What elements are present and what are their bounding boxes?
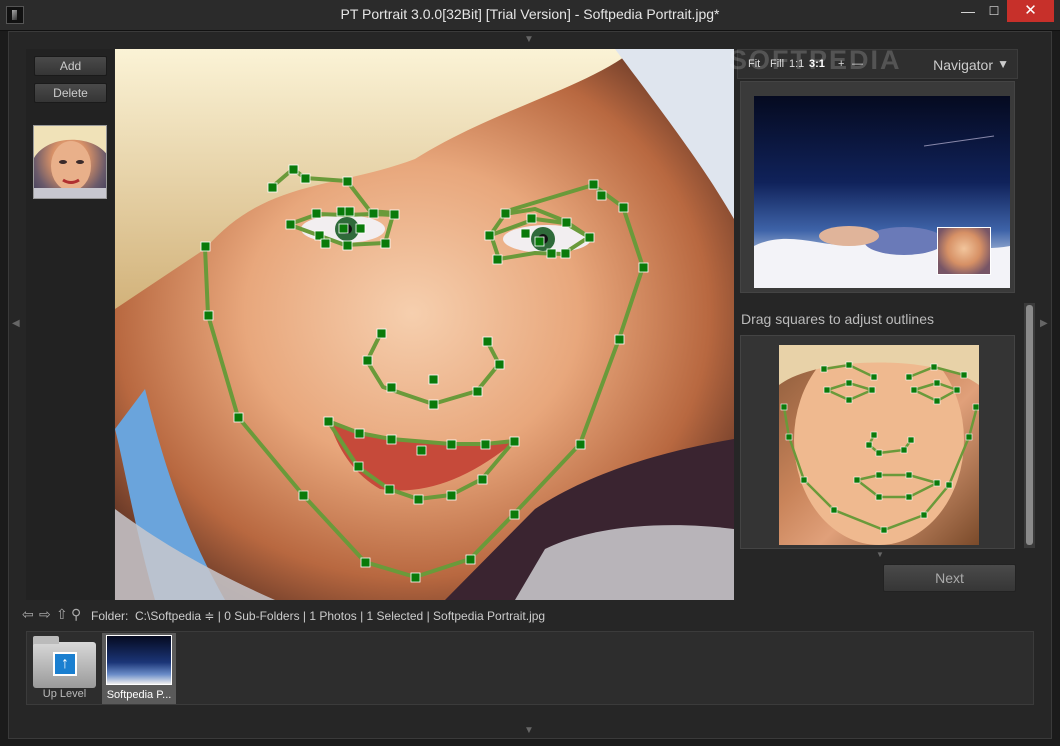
folder-path-info[interactable]: C:\Softpedia ≑ | 0 Sub-Folders | 1 Photo… bbox=[135, 609, 545, 623]
collapse-top-arrow-icon[interactable]: ▼ bbox=[524, 34, 534, 45]
outline-hint-text: Drag squares to adjust outlines bbox=[741, 311, 934, 327]
add-button[interactable]: Add bbox=[34, 56, 107, 76]
outline-panel-arrow-icon[interactable]: ▼ bbox=[876, 550, 884, 559]
filmstrip: ↑ Up Level Softpedia P... bbox=[26, 631, 1034, 705]
window-title: PT Portrait 3.0.0[32Bit] [Trial Version]… bbox=[340, 6, 720, 22]
collapse-left-arrow-icon[interactable]: ◀ bbox=[12, 318, 20, 329]
collapse-bottom-arrow-icon[interactable]: ▼ bbox=[524, 725, 534, 736]
maximize-button[interactable]: ☐ bbox=[981, 0, 1007, 22]
navigator-panel bbox=[740, 81, 1015, 293]
filmstrip-thumbnail bbox=[106, 635, 172, 685]
title-bar: PT Portrait 3.0.0[32Bit] [Trial Version]… bbox=[0, 0, 1060, 31]
right-panel-scrollbar[interactable] bbox=[1024, 303, 1035, 548]
face-thumbnail-art bbox=[34, 126, 106, 198]
up-level-folder[interactable]: ↑ bbox=[33, 636, 96, 688]
outline-preview-image[interactable] bbox=[779, 345, 979, 545]
close-button[interactable]: ✕ bbox=[1007, 0, 1054, 22]
navigator-viewport[interactable] bbox=[937, 227, 991, 275]
right-panel: Fit Fill 1:1 3:1 + — Navigator ▼ Drag sq… bbox=[737, 49, 1018, 600]
navigator-title: Navigator bbox=[933, 57, 993, 73]
face-outline-editor[interactable] bbox=[115, 49, 734, 600]
outline-preview-panel bbox=[740, 335, 1015, 549]
outline-preview-art bbox=[779, 345, 979, 545]
photo-canvas[interactable] bbox=[115, 49, 734, 600]
navigator-preview[interactable] bbox=[754, 96, 1010, 288]
next-button[interactable]: Next bbox=[883, 564, 1016, 592]
back-arrow-icon[interactable]: ⇦ bbox=[22, 606, 34, 623]
folder-label: Folder: bbox=[91, 609, 129, 623]
delete-button[interactable]: Delete bbox=[34, 83, 107, 103]
up-level-arrow-icon: ↑ bbox=[53, 652, 77, 676]
folder-bar: ⇦ ⇨ ⇧ ⚲ Folder: C:\Softpedia ≑ | 0 Sub-F… bbox=[22, 606, 1032, 626]
left-panel: Add Delete bbox=[26, 49, 114, 600]
up-arrow-icon[interactable]: ⇧ bbox=[56, 606, 68, 623]
forward-arrow-icon[interactable]: ⇨ bbox=[39, 606, 51, 623]
softpedia-watermark: SOFTPEDIA bbox=[729, 45, 902, 75]
navigator-dropdown-icon[interactable]: ▼ bbox=[997, 57, 1009, 71]
filmstrip-item[interactable]: Softpedia P... bbox=[102, 633, 176, 704]
up-level-label: Up Level bbox=[42, 688, 87, 700]
scrollbar-thumb[interactable] bbox=[1026, 305, 1033, 545]
collapse-right-arrow-icon[interactable]: ▶ bbox=[1040, 318, 1048, 329]
filmstrip-item-label: Softpedia P... bbox=[106, 689, 172, 701]
search-icon[interactable]: ⚲ bbox=[71, 606, 81, 623]
face-thumbnail[interactable] bbox=[33, 125, 107, 199]
minimize-button[interactable]: — bbox=[955, 0, 981, 22]
